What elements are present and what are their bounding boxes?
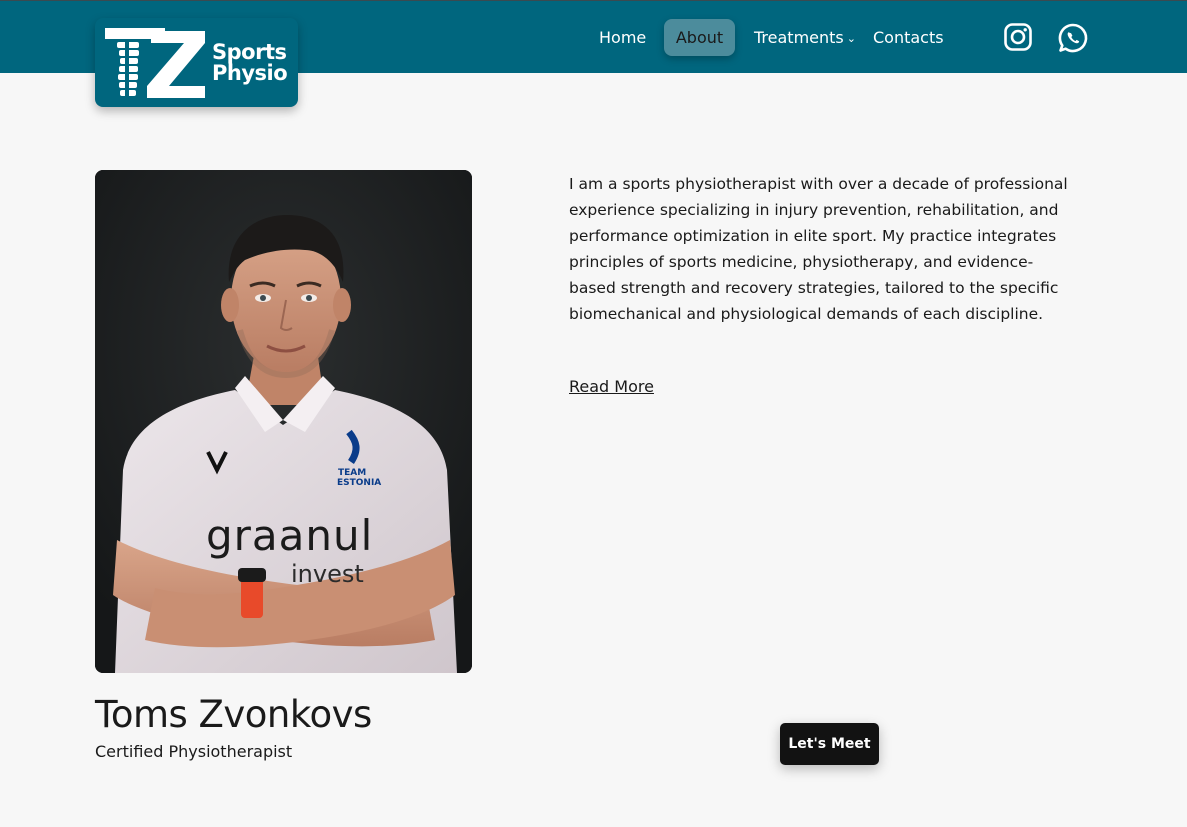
chevron-down-icon: ⌄ — [846, 32, 856, 45]
nav-treatments[interactable]: Treatments ⌄ — [754, 19, 856, 56]
nav-home[interactable]: Home — [599, 19, 646, 56]
profile-bio: I am a sports physiotherapist with over … — [569, 175, 1068, 323]
logo-line-sports: Sports — [212, 40, 287, 64]
lets-meet-button[interactable]: Let's Meet — [780, 723, 879, 765]
page: Sports Physio Home About Treatments ⌄ Con… — [0, 0, 1187, 827]
shirt-sponsor-main: graanul — [206, 511, 373, 560]
nav-treatments-label: Treatments — [754, 28, 844, 47]
profile-photo: TEAM ESTONIA graanul invest — [95, 170, 472, 673]
whatsapp-icon[interactable] — [1057, 22, 1088, 53]
nav-contacts[interactable]: Contacts — [873, 19, 944, 56]
shirt-badge-estonia: ESTONIA — [337, 478, 381, 488]
shirt-sponsor-sub: invest — [291, 560, 364, 588]
profile-name: Toms Zvonkovs — [95, 693, 372, 736]
logo[interactable]: Sports Physio — [95, 18, 298, 107]
logo-line-physio: Physio — [212, 61, 288, 85]
instagram-icon[interactable] — [1003, 22, 1033, 52]
read-more-link[interactable]: Read More — [569, 376, 654, 398]
shirt-badge-team: TEAM — [338, 468, 366, 478]
nav-about[interactable]: About — [664, 19, 735, 56]
logo-wordmark: Sports Physio — [212, 40, 288, 85]
profile-title: Certified Physiotherapist — [95, 742, 293, 761]
